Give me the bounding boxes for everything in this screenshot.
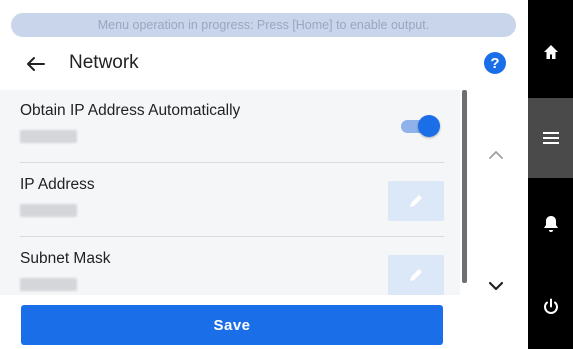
- back-button[interactable]: [20, 50, 50, 78]
- obtain-ip-toggle[interactable]: [399, 115, 440, 137]
- menu-icon: [542, 132, 559, 144]
- setting-value-obscured: [20, 204, 77, 217]
- back-arrow-icon: [27, 57, 45, 71]
- home-icon: [543, 45, 558, 59]
- divider: [20, 236, 444, 237]
- save-button[interactable]: Save: [21, 305, 443, 345]
- pencil-icon: [410, 195, 422, 207]
- notification-bell-icon: [543, 216, 558, 232]
- power-icon: [543, 298, 558, 314]
- scrollbar[interactable]: [461, 90, 469, 295]
- scroll-down-button[interactable]: [472, 263, 520, 309]
- nav-power-button[interactable]: [528, 267, 573, 347]
- side-nav: [528, 0, 573, 349]
- chevron-up-icon: [489, 151, 503, 159]
- subnet-mask-edit-button[interactable]: [388, 255, 444, 295]
- setting-label: Subnet Mask: [20, 250, 111, 267]
- setting-obtain-ip-automatically[interactable]: Obtain IP Address Automatically: [20, 90, 444, 160]
- setting-subnet-mask[interactable]: Subnet Mask: [20, 238, 444, 295]
- divider: [20, 162, 444, 163]
- ip-address-edit-button[interactable]: [388, 181, 444, 221]
- scroll-up-button[interactable]: [472, 132, 520, 178]
- setting-ip-address[interactable]: IP Address: [20, 164, 444, 234]
- chevron-down-icon: [488, 281, 504, 291]
- setting-value-obscured: [20, 130, 77, 143]
- nav-home-button[interactable]: [528, 12, 573, 92]
- header-bar: Network ?: [0, 42, 528, 86]
- setting-value-obscured: [20, 278, 77, 291]
- status-banner: Menu operation in progress: Press [Home]…: [11, 13, 516, 37]
- page-title: Network: [69, 52, 139, 73]
- pencil-icon: [410, 269, 422, 281]
- nav-notifications-button[interactable]: [528, 184, 573, 264]
- nav-menu-button[interactable]: [528, 98, 573, 178]
- setting-label: Obtain IP Address Automatically: [20, 102, 241, 119]
- settings-list: Obtain IP Address Automatically IP Addre…: [0, 90, 460, 295]
- scrollbar-thumb[interactable]: [462, 90, 467, 283]
- help-button[interactable]: ?: [484, 52, 506, 74]
- toggle-knob: [418, 115, 440, 137]
- setting-label: IP Address: [20, 176, 95, 193]
